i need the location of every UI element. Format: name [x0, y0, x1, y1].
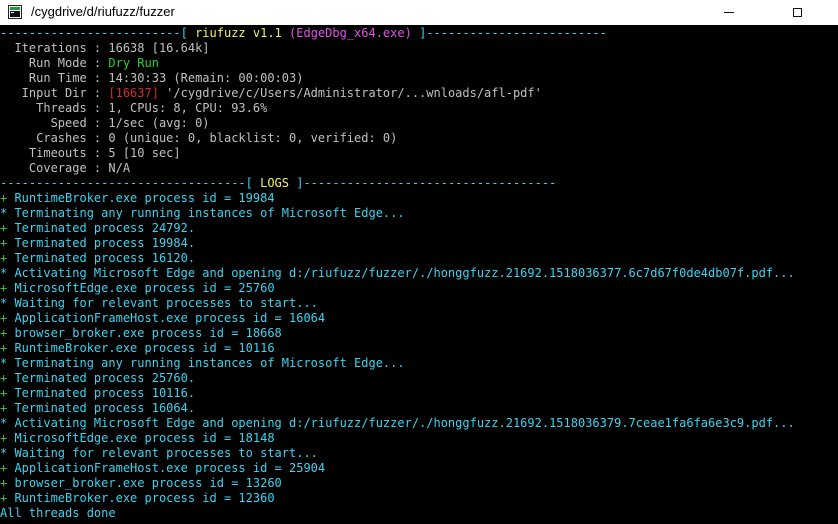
log-line: + RuntimeBroker.exe process id = 12360 [0, 491, 838, 506]
stat-label: Crashes : [0, 131, 109, 145]
window-titlebar: /cygdrive/d/riufuzz/fuzzer [0, 0, 838, 25]
header-dash-right: ]------------------------- [411, 26, 607, 40]
minimize-button[interactable] [706, 0, 752, 25]
log-text: Activating Microsoft Edge and opening d:… [7, 416, 795, 430]
log-text: browser_broker.exe process id = 18668 [7, 326, 282, 340]
logs-dash-right: ]----------------------------------- [289, 176, 557, 190]
log-text: Activating Microsoft Edge and opening d:… [7, 266, 795, 280]
log-text: Waiting for relevant processes to start.… [7, 446, 318, 460]
stat-run-mode: Run Mode : Dry Run [0, 56, 838, 71]
log-text: RuntimeBroker.exe process id = 10116 [7, 341, 275, 355]
log-text: Terminated process 24792. [7, 221, 196, 235]
log-line: + MicrosoftEdge.exe process id = 18148 [0, 431, 838, 446]
stat-value: 14:30:33 (Remain: 00:00:03) [108, 71, 304, 85]
log-line: + browser_broker.exe process id = 18668 [0, 326, 838, 341]
stat-label: Speed : [0, 116, 109, 130]
log-text: RuntimeBroker.exe process id = 12360 [7, 491, 275, 505]
log-line: + Terminated process 16120. [0, 251, 838, 266]
log-text: Terminating any running instances of Mic… [7, 206, 405, 220]
log-text: RuntimeBroker.exe process id = 19984 [7, 191, 275, 205]
app-name: riufuzz v1.1 [195, 26, 282, 40]
stat-value: Dry Run [108, 56, 159, 70]
log-line: + Terminated process 16064. [0, 401, 838, 416]
minimize-icon [724, 12, 734, 13]
stat-input-dir: Input Dir : [16637] '/cygdrive/c/Users/A… [0, 86, 838, 101]
log-line: * Activating Microsoft Edge and opening … [0, 266, 838, 281]
log-line: * Waiting for relevant processes to star… [0, 446, 838, 461]
log-line: + Terminated process 10116. [0, 386, 838, 401]
log-line: + RuntimeBroker.exe process id = 19984 [0, 191, 838, 206]
log-text: Terminated process 25760. [7, 371, 196, 385]
stat-crashes: Crashes : 0 (unique: 0, blacklist: 0, ve… [0, 131, 838, 146]
stat-value: N/A [108, 161, 131, 175]
log-line: + RuntimeBroker.exe process id = 10116 [0, 341, 838, 356]
log-text: Terminated process 16120. [7, 251, 196, 265]
log-text: ApplicationFrameHost.exe process id = 16… [7, 311, 326, 325]
stat-label: Coverage : [0, 161, 109, 175]
logs-header-line: ----------------------------------[ LOGS… [0, 176, 838, 191]
log-line: + Terminated process 24792. [0, 221, 838, 236]
log-text: ApplicationFrameHost.exe process id = 25… [7, 461, 326, 475]
stat-value: '/cygdrive/c/Users/Administrator/...wnlo… [158, 86, 542, 100]
target-exe: (EdgeDbg_x64.exe) [289, 26, 412, 40]
header-dash-left: -------------------------[ [0, 26, 196, 40]
log-line: * Terminating any running instances of M… [0, 206, 838, 221]
stat-iterations: Iterations : 16638 [16.64k] [0, 41, 838, 56]
stat-coverage: Coverage : N/A [0, 161, 838, 176]
log-line: + browser_broker.exe process id = 13260 [0, 476, 838, 491]
stat-label: Timeouts : [0, 146, 109, 160]
log-line: + Terminated process 19984. [0, 236, 838, 251]
stat-value: 16638 [16.64k] [108, 41, 210, 55]
stat-label: Run Mode : [0, 56, 109, 70]
log-line: * Activating Microsoft Edge and opening … [0, 416, 838, 431]
window-title: /cygdrive/d/riufuzz/fuzzer [31, 4, 175, 19]
log-line: + Terminated process 25760. [0, 371, 838, 386]
log-text: MicrosoftEdge.exe process id = 25760 [7, 281, 275, 295]
log-line: + ApplicationFrameHost.exe process id = … [0, 311, 838, 326]
footer-status: All threads done [0, 506, 116, 520]
terminal-output[interactable]: -------------------------[ riufuzz v1.1 … [0, 26, 838, 524]
stat-label: Iterations : [0, 41, 109, 55]
stat-label: Threads : [0, 101, 109, 115]
maximize-icon [792, 8, 802, 17]
log-text: browser_broker.exe process id = 13260 [7, 476, 282, 490]
stat-value: 1/sec (avg: 0) [108, 116, 210, 130]
log-text: Terminated process 10116. [7, 386, 196, 400]
stat-threads: Threads : 1, CPUs: 8, CPU: 93.6% [0, 101, 838, 116]
stat-value: 1, CPUs: 8, CPU: 93.6% [108, 101, 268, 115]
stat-speed: Speed : 1/sec (avg: 0) [0, 116, 838, 131]
stat-run-time: Run Time : 14:30:33 (Remain: 00:00:03) [0, 71, 838, 86]
log-line: + MicrosoftEdge.exe process id = 25760 [0, 281, 838, 296]
logs-dash-left: ----------------------------------[ [0, 176, 261, 190]
stat-label: Run Time : [0, 71, 109, 85]
stat-prefix: [16637] [108, 86, 159, 100]
log-text: Terminated process 16064. [7, 401, 196, 415]
stat-value: 5 [10 sec] [108, 146, 181, 160]
logs-label: LOGS [260, 176, 289, 190]
log-text: Terminating any running instances of Mic… [7, 356, 405, 370]
log-line: * Terminating any running instances of M… [0, 356, 838, 371]
header-line: -------------------------[ riufuzz v1.1 … [0, 26, 838, 41]
log-text: Terminated process 19984. [7, 236, 196, 250]
log-text: MicrosoftEdge.exe process id = 18148 [7, 431, 275, 445]
log-line: * Waiting for relevant processes to star… [0, 296, 838, 311]
log-line: + ApplicationFrameHost.exe process id = … [0, 461, 838, 476]
log-text: Waiting for relevant processes to start.… [7, 296, 318, 310]
stat-label: Input Dir : [0, 86, 109, 100]
maximize-button[interactable] [774, 0, 820, 25]
stat-timeouts: Timeouts : 5 [10 sec] [0, 146, 838, 161]
stat-value: 0 (unique: 0, blacklist: 0, verified: 0) [108, 131, 398, 145]
terminal-icon [8, 5, 22, 19]
